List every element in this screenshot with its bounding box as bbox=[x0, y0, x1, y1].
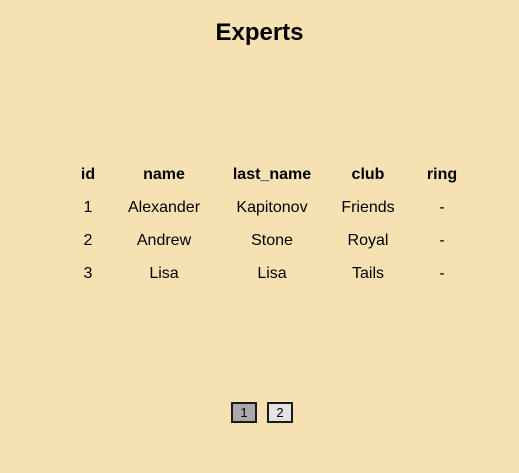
cell-name: Alexander bbox=[127, 198, 201, 216]
column-header-club: club bbox=[351, 165, 385, 183]
cell-last-name: Lisa bbox=[257, 264, 287, 282]
column-header-id: id bbox=[80, 165, 96, 183]
page-button-2[interactable]: 2 bbox=[267, 402, 293, 423]
cell-id: 1 bbox=[83, 198, 93, 216]
cell-ring: - bbox=[439, 198, 445, 216]
cell-ring: - bbox=[439, 264, 445, 282]
column-header-last-name: last_name bbox=[232, 165, 312, 183]
table-header-row: id name last_name club ring bbox=[67, 158, 473, 191]
cell-name: Lisa bbox=[149, 264, 179, 282]
page-title: Experts bbox=[215, 19, 304, 46]
cell-last-name: Kapitonov bbox=[236, 198, 308, 216]
column-header-name: name bbox=[143, 165, 185, 183]
column-header-ring: ring bbox=[426, 165, 458, 183]
pagination: 1 2 bbox=[0, 402, 519, 423]
table-row: 1 Alexander Kapitonov Friends - bbox=[67, 191, 473, 224]
cell-name: Andrew bbox=[136, 231, 192, 249]
cell-club: Friends bbox=[341, 198, 395, 216]
cell-id: 2 bbox=[83, 231, 93, 249]
cell-club: Royal bbox=[347, 231, 389, 249]
table-row: 2 Andrew Stone Royal - bbox=[67, 224, 473, 257]
cell-club: Tails bbox=[351, 264, 384, 282]
table-row: 3 Lisa Lisa Tails - bbox=[67, 257, 473, 290]
cell-last-name: Stone bbox=[251, 231, 293, 249]
page-button-1[interactable]: 1 bbox=[231, 402, 257, 423]
experts-table: id name last_name club ring 1 Alexander … bbox=[67, 158, 473, 290]
cell-id: 3 bbox=[83, 264, 93, 282]
cell-ring: - bbox=[439, 231, 445, 249]
